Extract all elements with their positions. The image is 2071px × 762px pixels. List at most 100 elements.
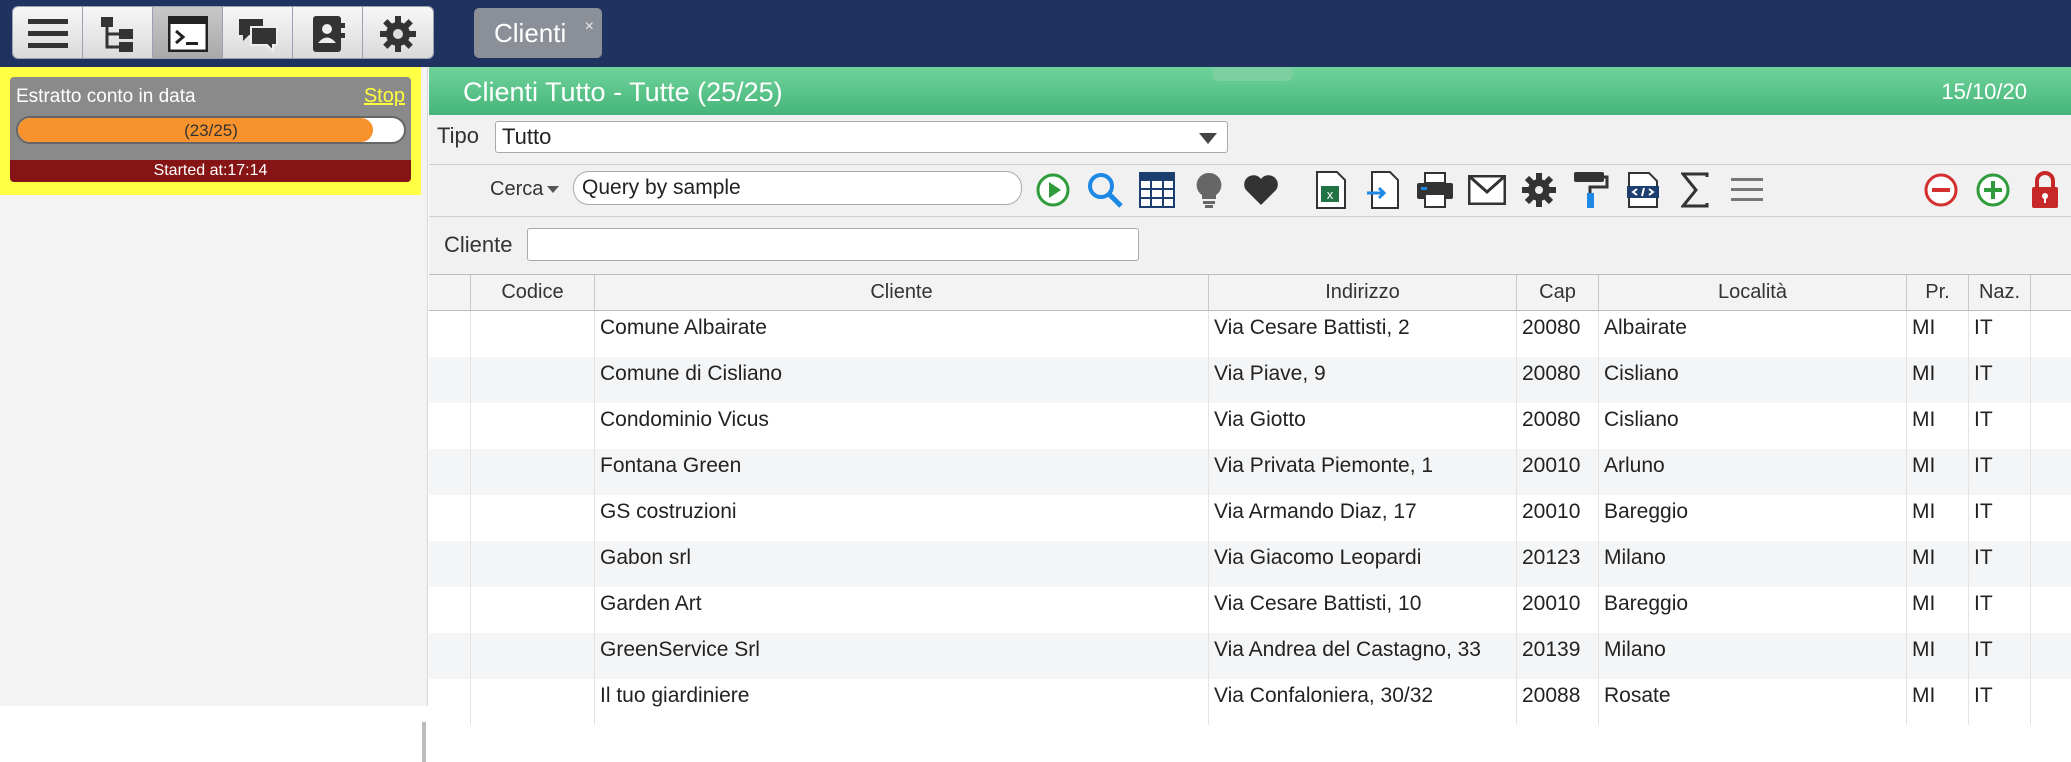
col-cliente-header[interactable]: Cliente [595,275,1209,311]
print-button[interactable] [1415,170,1455,210]
col-codice-cell [471,495,595,541]
cliente-filter-input[interactable] [527,228,1139,261]
envelope-icon [1468,175,1506,205]
list-menu-button[interactable] [1727,170,1767,210]
search-button[interactable] [1085,170,1125,210]
sum-button[interactable] [1675,170,1715,210]
col-select-cell [429,633,471,679]
email-button[interactable] [1467,170,1507,210]
tipo-select[interactable]: Tutto [495,121,1228,153]
col-indirizzo-header[interactable]: Indirizzo [1209,275,1517,311]
col-codice-cell [471,633,595,679]
add-button[interactable] [1973,170,2013,210]
import-icon [1367,171,1399,209]
table-row[interactable]: GS costruzioni Via Armando Diaz, 17 20010 B… [429,495,2071,541]
run-button[interactable] [1033,170,1073,210]
header-handle[interactable] [1213,67,1293,81]
col-localita-header[interactable]: Località [1599,275,1907,311]
main-toolbar [12,6,434,59]
col-select-cell [429,587,471,633]
tab-close-icon[interactable]: × [585,18,594,36]
tree-button[interactable] [83,7,153,58]
col-nazione-cell: IT [1969,495,2031,541]
export-excel-button[interactable]: x [1311,170,1351,210]
terminal-icon [167,15,208,52]
col-cap-header[interactable]: Cap [1517,275,1599,311]
col-codice-cell [471,357,595,403]
cerca-label: Cerca [490,178,544,200]
cerca-dropdown[interactable]: Cerca [490,178,560,201]
menu-button[interactable] [13,7,83,58]
header-date: 15/10/20 [1941,79,2027,104]
col-indirizzo-cell: Via Cesare Battisti, 2 [1209,311,1517,357]
style-button[interactable] [1571,170,1611,210]
col-nazione-cell: IT [1969,403,2031,449]
col-indirizzo-cell: Via Piave, 9 [1209,357,1517,403]
col-select-header[interactable] [429,275,471,311]
col-indirizzo-cell: Via Cesare Battisti, 10 [1209,587,1517,633]
chevron-down-icon [1199,133,1217,144]
contacts-button[interactable] [293,7,363,58]
col-cap-cell: 20123 [1517,541,1599,587]
code-button[interactable] [1623,170,1663,210]
col-select-cell [429,449,471,495]
minus-circle-icon [1924,173,1958,207]
table-row[interactable]: Garden Art Via Cesare Battisti, 10 20010 Ba… [429,587,2071,633]
col-cap-cell: 20010 [1517,587,1599,633]
table-row[interactable]: Gabon srl Via Giacomo Leopardi 20123 Milano… [429,541,2071,587]
tab-clienti[interactable]: Clienti × [474,8,602,58]
lock-icon [2032,171,2058,208]
table-row[interactable]: Condominio Vicus Via Giotto 20080 Cisliano M… [429,403,2071,449]
table-row[interactable]: Comune di Cisliano Via Piave, 9 20080 Cisli… [429,357,2071,403]
gear-icon [1522,173,1556,207]
col-provincia-header[interactable]: Pr. [1907,275,1969,311]
col-cliente-cell: Fontana Green [595,449,1209,495]
col-cliente-cell: Gabon srl [595,541,1209,587]
col-provincia-cell: MI [1907,541,1969,587]
tipo-select-value: Tutto [502,124,552,149]
col-nazione-header[interactable]: Naz. [1969,275,2031,311]
stop-link[interactable]: Stop [364,85,405,108]
grid-button[interactable] [1137,170,1177,210]
caret-down-icon [547,186,560,194]
left-panel: Estratto conto in data Stop (23/25) Star… [0,67,428,762]
settings-button[interactable] [363,7,433,58]
table-row[interactable]: GreenService Srl Via Andrea del Castagno,… [429,633,2071,679]
options-button[interactable] [1519,170,1559,210]
table-row[interactable]: Comune Albairate Via Cesare Battisti, 2 20… [429,311,2071,357]
terminal-button[interactable] [153,7,223,58]
col-codice-cell [471,403,595,449]
chat-icon [238,18,278,53]
col-select-cell [429,495,471,541]
main-panel: Clienti Tutto - Tutte (25/25) 15/10/20 T… [429,67,2071,725]
table-header: Codice Cliente Indirizzo Cap Località Pr. Naz. [429,275,2071,311]
col-codice-cell [471,679,595,725]
play-icon [1036,173,1070,207]
col-codice-cell [471,311,595,357]
col-nazione-cell: IT [1969,679,2031,725]
favorite-button[interactable] [1241,170,1281,210]
search-input[interactable]: Query by sample [573,171,1022,205]
panel-splitter[interactable] [422,722,426,762]
hint-button[interactable] [1189,170,1229,210]
col-cap-cell: 20139 [1517,633,1599,679]
col-nazione-cell: IT [1969,587,2031,633]
col-indirizzo-cell: Via Confaloniera, 30/32 [1209,679,1517,725]
col-localita-cell: Cisliano [1599,403,1907,449]
menu-icon [27,18,68,48]
col-codice-header[interactable]: Codice [471,275,595,311]
remove-button[interactable] [1921,170,1961,210]
import-button[interactable] [1363,170,1403,210]
col-select-cell [429,311,471,357]
plus-circle-icon [1976,173,2010,207]
chat-button[interactable] [223,7,293,58]
col-nazione-cell: IT [1969,357,2031,403]
lock-button[interactable] [2025,170,2065,210]
col-localita-cell: Arluno [1599,449,1907,495]
table-row[interactable]: Il tuo giardiniere Via Confaloniera, 30/3… [429,679,2071,725]
lightbulb-icon [1196,172,1222,208]
col-provincia-cell: MI [1907,357,1969,403]
table-row[interactable]: Fontana Green Via Privata Piemonte, 1 2001… [429,449,2071,495]
col-select-cell [429,541,471,587]
search-icon [1088,173,1123,208]
